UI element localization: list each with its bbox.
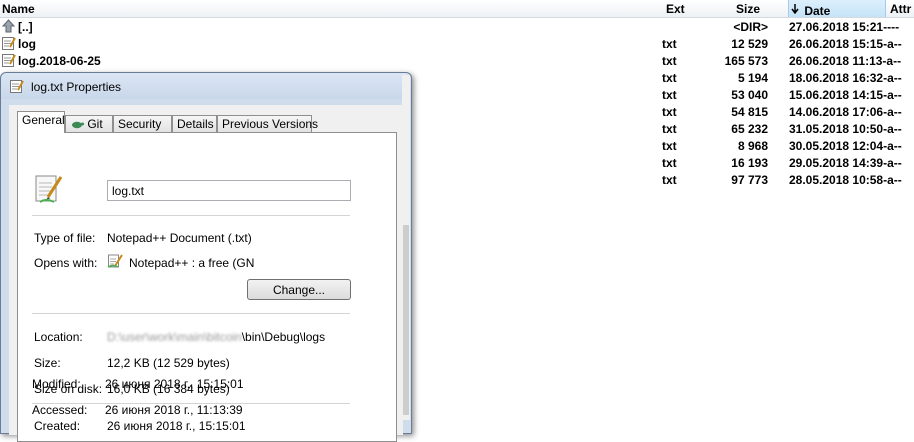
column-header-name[interactable]: Name: [2, 2, 35, 16]
file-date: 26.06.2018 15:15-a--: [789, 37, 902, 51]
tab-label: Details: [177, 117, 214, 131]
file-size: 54 815: [731, 105, 768, 119]
up-folder-icon: [1, 19, 16, 33]
created-value: 26 июня 2018 г., 15:15:01: [107, 419, 246, 433]
tab-details[interactable]: Details: [172, 115, 217, 132]
file-name: [..]: [18, 20, 33, 34]
tab-general[interactable]: General: [17, 111, 65, 133]
size-value: 12,2 KB (12 529 bytes): [107, 356, 230, 370]
column-header-attr[interactable]: Attr: [890, 2, 911, 16]
filename-input[interactable]: [107, 180, 351, 201]
file-size: 165 573: [724, 54, 768, 68]
file-date: 29.05.2018 14:39-a--: [789, 156, 902, 170]
dialog-titlebar[interactable]: log.txt Properties: [1, 73, 411, 99]
vertical-scrollbar[interactable]: [402, 75, 410, 420]
file-ext: txt: [662, 54, 677, 68]
file-size: 12 529: [731, 37, 768, 51]
type-label: Type of file:: [34, 231, 96, 245]
dialog-title: log.txt Properties: [31, 80, 122, 94]
location-label: Location:: [34, 330, 83, 344]
text-file-icon: [2, 37, 16, 50]
text-file-icon: [10, 80, 24, 93]
location-value: D:\user\work\main\bitcoin\bin\Debug\logs: [107, 330, 325, 344]
file-name: log: [18, 37, 36, 51]
file-ext: txt: [662, 122, 677, 136]
file-size: <DIR>: [733, 20, 768, 34]
turtle-icon: [72, 121, 84, 129]
file-name: log.2018-06-25: [18, 54, 101, 68]
accessed-label: Accessed:: [32, 403, 88, 417]
type-value: Notepad++ Document (.txt): [107, 231, 252, 245]
notepad-file-icon: [35, 175, 63, 203]
file-ext: txt: [662, 71, 677, 85]
created-label: Created:: [34, 419, 81, 433]
file-date: 18.06.2018 16:32-a--: [789, 71, 902, 85]
file-date: 26.06.2018 11:13-a--: [789, 54, 902, 68]
tab-label: Git: [87, 117, 103, 131]
text-file-icon: [2, 54, 16, 67]
file-date: 15.06.2018 14:15-a--: [789, 88, 902, 102]
file-date: 30.05.2018 12:04-a--: [789, 139, 902, 153]
opens-value: Notepad++ : a free (GN: [129, 256, 255, 270]
tab-previous-versions[interactable]: Previous Versions: [217, 115, 318, 132]
location-suffix: \bin\Debug\logs: [241, 330, 326, 344]
file-ext: txt: [662, 173, 677, 187]
tab-git[interactable]: Git: [65, 115, 113, 132]
file-size: 65 232: [731, 122, 768, 136]
size-label: Size:: [34, 356, 61, 370]
tab-label: Security: [118, 117, 162, 131]
location-blurred-path: D:\user\work\main\bitcoin: [107, 330, 242, 344]
column-header-date-label: Date: [804, 4, 831, 18]
file-ext: txt: [662, 105, 677, 119]
file-size: 5 194: [737, 71, 768, 85]
column-header-size[interactable]: Size: [736, 2, 760, 16]
accessed-value: 26 июня 2018 г., 11:13:39: [105, 403, 243, 417]
opens-label: Opens with:: [34, 256, 98, 270]
tab-security[interactable]: Security: [113, 115, 172, 132]
scrollbar-thumb[interactable]: [403, 225, 409, 415]
notepadpp-icon: [107, 254, 123, 268]
tab-label: Previous Versions: [222, 117, 319, 131]
column-header-ext[interactable]: Ext: [666, 2, 685, 16]
tab-label: General: [22, 113, 65, 127]
file-ext: txt: [662, 156, 677, 170]
separator: [32, 313, 350, 314]
modified-label: Modified:: [32, 377, 81, 391]
file-date: 27.06.2018 15:21----: [789, 20, 900, 34]
file-list-header: Name Ext Size Date Attr: [0, 0, 914, 18]
file-row[interactable]: [..] <DIR> 27.06.2018 15:21----: [0, 19, 914, 36]
separator: [32, 215, 350, 216]
file-ext: txt: [662, 139, 677, 153]
file-size: 53 040: [731, 88, 768, 102]
change-button[interactable]: Change...: [247, 279, 351, 300]
file-date: 31.05.2018 10:50-a--: [789, 122, 902, 136]
sort-down-arrow-icon: [791, 4, 799, 15]
file-size: 8 968: [737, 139, 768, 153]
file-size: 97 773: [731, 173, 768, 187]
general-tab-panel: Type of file: Notepad++ Document (.txt) …: [17, 132, 397, 442]
file-ext: txt: [662, 88, 677, 102]
file-row[interactable]: log.2018-06-25 txt 165 573 26.06.2018 11…: [0, 53, 914, 70]
modified-value: 26 июня 2018 г., 15:15:01: [105, 377, 244, 391]
file-row[interactable]: log txt 12 529 26.06.2018 15:15-a--: [0, 36, 914, 53]
file-date: 28.05.2018 10:58-a--: [789, 173, 902, 187]
column-header-date[interactable]: Date: [788, 0, 886, 18]
file-ext: txt: [662, 37, 677, 51]
file-date: 14.06.2018 17:06-a--: [789, 105, 902, 119]
file-size: 16 193: [731, 156, 768, 170]
